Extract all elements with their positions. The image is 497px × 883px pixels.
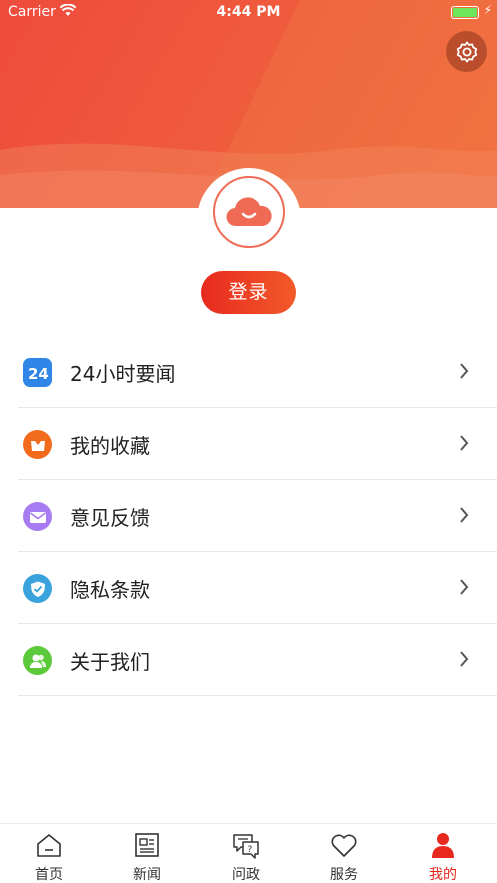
status-bar: Carrier 4:44 PM ⚡ — [0, 0, 497, 26]
gear-icon — [456, 41, 477, 62]
battery-icon — [451, 6, 479, 19]
menu-item-privacy[interactable]: 隐私条款 — [18, 552, 497, 624]
tab-label: 问政 — [232, 867, 260, 883]
envelope-icon — [23, 502, 52, 531]
settings-button[interactable] — [446, 31, 487, 72]
menu-item-label: 关于我们 — [70, 650, 150, 674]
tab-label: 首页 — [35, 867, 63, 883]
menu-list: 24 24小时要闻 我的收藏 意见反馈 隐私条款 关于我们 — [0, 336, 497, 696]
avatar[interactable] — [213, 176, 285, 248]
shield-check-icon — [23, 574, 52, 603]
login-button[interactable]: 登录 — [201, 271, 296, 314]
cloud-smile-icon — [226, 197, 272, 227]
menu-item-label: 意见反馈 — [70, 506, 150, 530]
menu-item-label: 我的收藏 — [70, 434, 150, 458]
heart-icon — [331, 834, 357, 857]
tab-label: 我的 — [429, 867, 457, 883]
home-icon — [37, 834, 61, 857]
svg-text:24: 24 — [28, 365, 49, 382]
tab-news[interactable]: 新闻 — [98, 824, 196, 883]
tab-bar: 首页 新闻 ? 问政 服务 我的 — [0, 823, 497, 883]
chevron-right-icon — [460, 435, 469, 451]
charging-icon: ⚡ — [483, 3, 492, 17]
person-icon — [432, 833, 454, 858]
people-icon — [23, 646, 52, 675]
24-hour-icon: 24 — [23, 358, 52, 387]
favorites-box-icon — [23, 430, 52, 459]
menu-item-label: 24小时要闻 — [70, 362, 176, 386]
tab-mine[interactable]: 我的 — [394, 824, 492, 883]
clock: 4:44 PM — [216, 4, 281, 20]
tab-label: 服务 — [330, 867, 358, 883]
question-chat-icon: ? — [233, 834, 259, 859]
menu-item-about-us[interactable]: 关于我们 — [18, 624, 497, 696]
tab-label: 新闻 — [133, 867, 161, 883]
chevron-right-icon — [460, 363, 469, 379]
svg-text:?: ? — [248, 845, 253, 855]
tab-wenzheng[interactable]: ? 问政 — [197, 824, 295, 883]
chevron-right-icon — [460, 579, 469, 595]
menu-item-favorites[interactable]: 我的收藏 — [18, 408, 497, 480]
menu-item-label: 隐私条款 — [70, 578, 150, 602]
newspaper-icon — [135, 833, 159, 857]
tab-services[interactable]: 服务 — [295, 824, 393, 883]
menu-item-24h-news[interactable]: 24 24小时要闻 — [18, 336, 497, 408]
menu-item-feedback[interactable]: 意见反馈 — [18, 480, 497, 552]
chevron-right-icon — [460, 507, 469, 523]
chevron-right-icon — [460, 651, 469, 667]
tab-home[interactable]: 首页 — [0, 824, 98, 883]
